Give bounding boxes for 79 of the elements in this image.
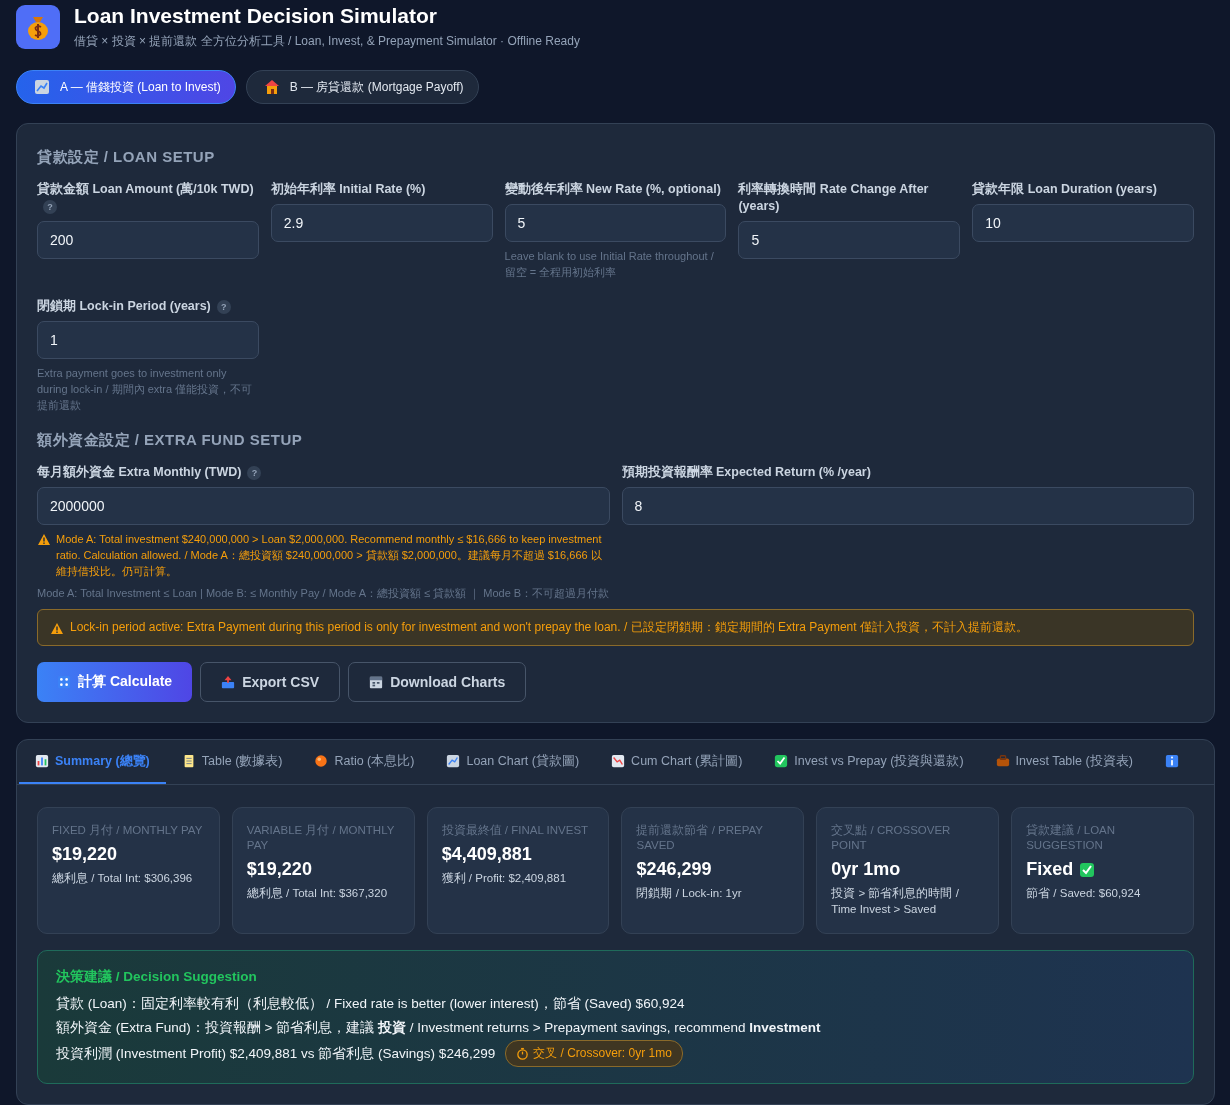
help-badge[interactable]: ? [216,299,231,314]
chart-icon [611,754,626,768]
input-field[interactable]: 1 [37,321,259,359]
result-tab[interactable]: Loan Chart (貸款圖) [430,740,596,784]
result-tab[interactable]: Cum Chart (累計圖) [595,740,759,784]
chart-icon [446,754,461,768]
input-field[interactable]: 8 [621,487,1194,525]
card-label: 提前還款節省 / PREPAY SAVED [636,823,764,853]
card-value: $246,299 [636,859,712,880]
field-label: 變動後年利率 New Rate (%, optional) [504,182,721,196]
suggestion-text: 額外資金 (Extra Fund)：投資報酬 > 節省利息，建議 投資 / Investment returns > Prepayment savings, recommend Investment [56,1019,821,1037]
result-tab[interactable]: Ratio (本息比) [298,740,431,784]
card-label: 投資最終值 / FINAL INVEST [441,823,590,838]
suggestion-title: 決策建議 / Decision Suggestion [56,968,258,986]
warning-text: Lock-in period active: Extra Payment during this period is only for investment and won't prepay the loan. / 已設定閉鎖期：鎖定期間的 Extra Payment 僅計入投資，不計入提前還款。 [70,619,1028,636]
briefcase-icon [995,754,1010,768]
house-icon [263,79,280,95]
money-bag-icon [16,5,60,49]
input-field[interactable]: 5 [738,221,961,259]
bar-chart-icon [35,754,49,768]
input-field[interactable]: 10 [972,204,1194,242]
card-label: FIXED 月付 / MONTHLY PAY [52,823,204,838]
result-tab[interactable]: Summary (總覽) [19,740,166,784]
card-subtext: 總利息 / Total Int: $367,320 [246,886,389,901]
grid-icon [57,675,71,689]
chart-icon [34,79,50,95]
app-subtitle: 借貸 × 投資 × 提前還款 全方位分析工具 / Loan, Invest, & Prepayment Simulator · Offline Ready [74,33,580,50]
card-value: $19,220 [246,859,312,880]
action-button[interactable]: Export CSV [200,662,341,702]
result-tab[interactable]: Invest vs Prepay (投資與還款) [758,740,980,784]
mode-tab[interactable]: A — 借錢投資 (Loan to Invest) [16,70,236,104]
field-label: 貸款金額 Loan Amount (萬/10k TWD) [37,182,254,196]
card-value: $19,220 [52,844,118,865]
card-subtext: 閉鎖期 / Lock-in: 1yr [636,886,743,901]
warning-text: Mode A: Total investment $240,000,000 > Loan $2,000,000. Recommend monthly ≤ $16,666 to keep investment ratio. Calculation allowed. / Mode A：總投資額 $240,000,000 > 貸款額 $2,000,000。建議每月不超過 $16,666 以維持借投比。仍可計算。 [56,532,603,579]
card-subtext: 總利息 / Total Int: $306,396 [52,871,194,886]
hint-text: Leave blank to use Initial Rate throughout / 留空 = 全程用初始利率 [504,249,715,280]
card-value: Fixed [1026,859,1074,880]
tray-icon [221,675,236,689]
field-label: 閉鎖期 Lock-in Period (years) [37,299,211,313]
input-field[interactable]: 2.9 [270,204,493,242]
card-subtext: 獲利 / Profit: $2,409,881 [441,871,568,886]
field-label: 每月額外資金 Extra Monthly (TWD) [37,465,242,479]
card-subtext: 投資 > 節省利息的時間 / Time Invest > Saved [831,886,960,917]
field-label: 預期投資報酬率 Expected Return (% /year) [621,465,871,479]
card-label: VARIABLE 月付 / MONTHLY PAY [246,823,396,853]
card-value: 0yr 1mo [831,859,901,880]
input-field[interactable]: 200 [37,221,259,259]
crossover-badge: 交叉 / Crossover: 0yr 1mo [505,1040,683,1067]
section-heading: 貸款設定 / LOAN SETUP [37,148,216,167]
check-icon [774,754,789,768]
warning-icon [50,621,64,636]
section-heading: 額外資金設定 / EXTRA FUND SETUP [37,431,304,450]
card-label: 貸款建議 / LOAN SUGGESTION [1026,823,1117,853]
field-label: 利率轉換時間 Rate Change After (years) [738,182,929,213]
card-value: $4,409,881 [441,844,532,865]
help-badge[interactable]: ? [43,199,57,214]
help-badge[interactable]: ? [247,465,262,480]
card-label: 交叉點 / CROSSOVER POINT [831,823,952,853]
action-button[interactable]: Download Charts [348,662,527,702]
circle-icon [314,754,329,768]
field-label: 初始年利率 Initial Rate (%) [270,182,426,196]
result-tab[interactable]: Invest Table (投資表) [979,740,1149,784]
suggestion-text: 貸款 (Loan)：固定利率較有利（利息較低） / Fixed rate is better (lower interest)，節省 (Saved) $60,924 [56,995,685,1013]
warning-icon [37,533,51,547]
calendar-icon [369,675,384,689]
card-subtext: 節省 / Saved: $60,924 [1026,886,1142,901]
app-title: Loan Investment Decision Simulator [74,4,438,28]
input-field[interactable]: 2000000 [37,487,610,525]
hint-text: Mode A: Total Investment ≤ Loan | Mode B: ≤ Monthly Pay / Mode A：總投資額 ≤ 貸款額 ｜ Mode B：不可超過月付款 [37,586,610,601]
input-field[interactable]: 5 [504,204,727,242]
hint-text: Extra payment goes to investment only during lock-in / 期間內 extra 僅能投資，不可提前還款 [37,366,254,413]
action-button[interactable]: 計算 Calculate [37,662,193,702]
suggestion-text: 投資利潤 (Investment Profit) $2,409,881 vs 節省利息 (Savings) $246,299 [56,1044,496,1063]
info-icon [1164,754,1179,768]
field-label: 貸款年限 Loan Duration (years) [972,182,1157,196]
result-tab[interactable]: Table (數據表) [165,740,299,784]
stopwatch-icon [516,1047,530,1060]
mode-tab[interactable]: B — 房貸還款 (Mortgage Payoff) [245,70,479,104]
